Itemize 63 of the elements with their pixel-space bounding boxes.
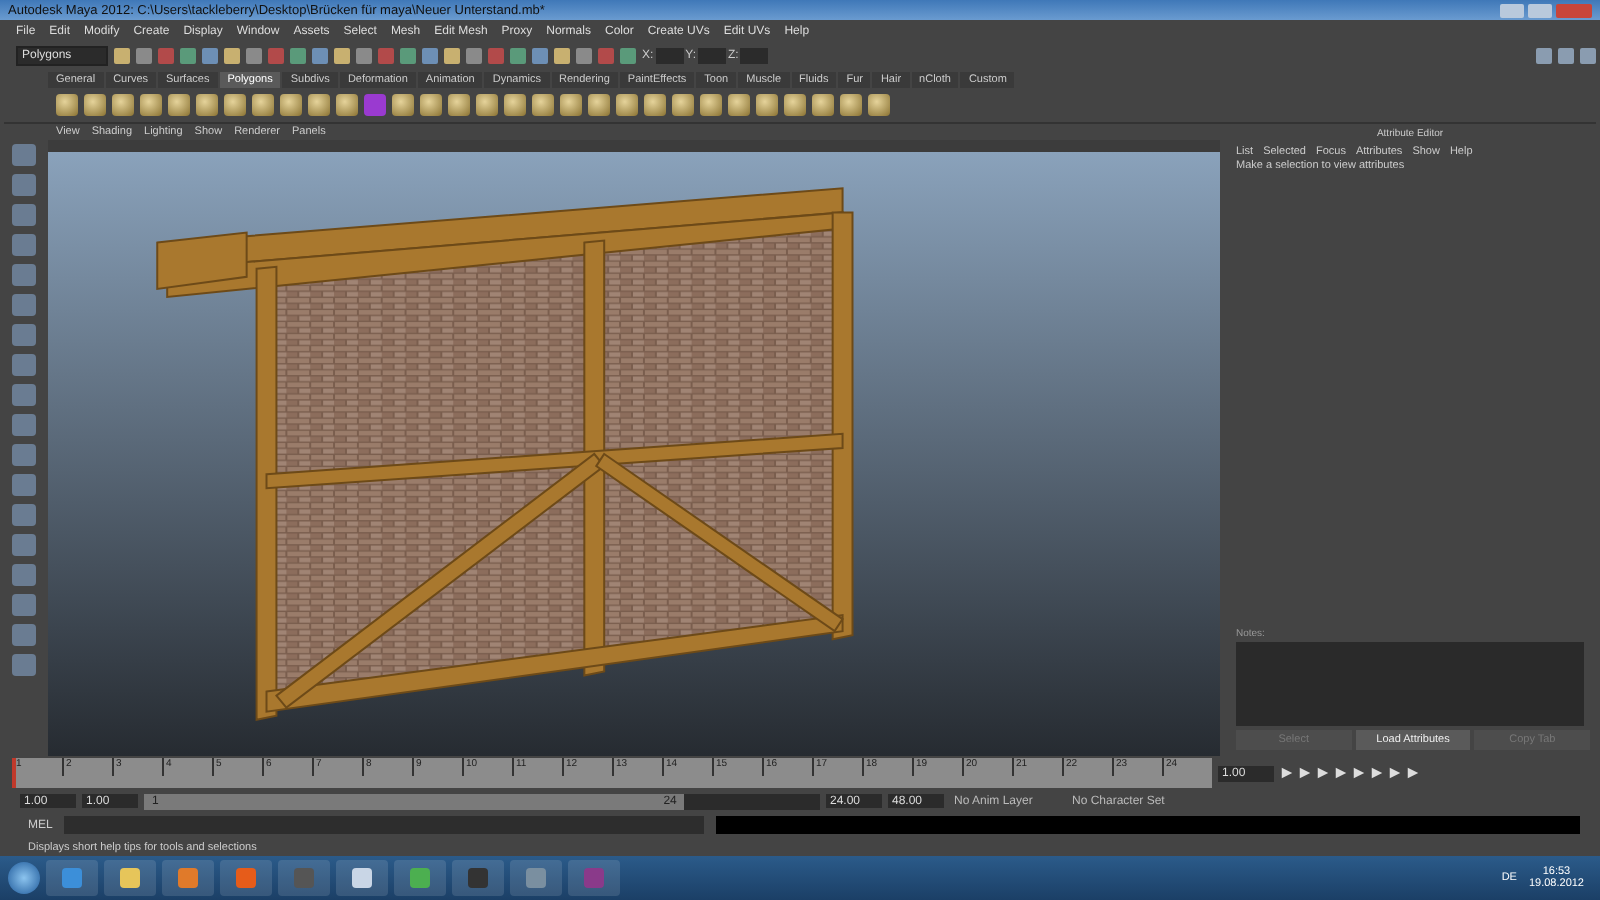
tool-icon[interactable] xyxy=(12,654,36,676)
shelf-icon[interactable] xyxy=(504,94,526,116)
shelf-icon[interactable] xyxy=(84,94,106,116)
shelf-icon[interactable] xyxy=(532,94,554,116)
tool-icon[interactable] xyxy=(12,504,36,526)
shelf-icon[interactable] xyxy=(812,94,834,116)
tool-icon[interactable] xyxy=(12,144,36,166)
shelf-icon[interactable] xyxy=(616,94,638,116)
shelf-icon[interactable] xyxy=(476,94,498,116)
tool-icon[interactable] xyxy=(12,354,36,376)
y-field[interactable] xyxy=(698,47,727,63)
shelf-icon[interactable] xyxy=(700,94,722,116)
shelf-icon[interactable] xyxy=(560,94,582,116)
start-button[interactable] xyxy=(8,862,40,894)
shelf-icon[interactable] xyxy=(168,94,190,116)
tool-icon[interactable] xyxy=(12,594,36,616)
time-marker[interactable] xyxy=(12,758,16,788)
shelf-icon[interactable] xyxy=(336,94,358,116)
tool-icon[interactable] xyxy=(12,174,36,196)
taskbar-app[interactable] xyxy=(336,860,388,896)
x-field[interactable] xyxy=(655,47,684,63)
z-field[interactable] xyxy=(740,47,769,63)
tool-icon[interactable] xyxy=(12,624,36,646)
tool-icon[interactable] xyxy=(12,414,36,436)
shelf-icon[interactable] xyxy=(756,94,778,116)
tool-icon[interactable] xyxy=(12,324,36,346)
taskbar-app[interactable] xyxy=(104,860,156,896)
taskbar-app[interactable] xyxy=(452,860,504,896)
tool-icon[interactable] xyxy=(12,234,36,256)
tool-icon[interactable] xyxy=(12,444,36,466)
shelf-icon[interactable] xyxy=(644,94,666,116)
shelf-icon[interactable] xyxy=(308,94,330,116)
shelf-icon[interactable] xyxy=(868,94,890,116)
taskbar-app[interactable] xyxy=(220,860,272,896)
taskbar-app[interactable] xyxy=(46,860,98,896)
shelf-icon[interactable] xyxy=(196,94,218,116)
minimize-button[interactable] xyxy=(1500,3,1524,17)
notes-field[interactable] xyxy=(1236,642,1584,726)
shelf-icon[interactable] xyxy=(784,94,806,116)
shelf-icon[interactable] xyxy=(672,94,694,116)
taskbar-app[interactable] xyxy=(162,860,214,896)
shelf-icon[interactable] xyxy=(280,94,302,116)
tool-icon[interactable] xyxy=(12,384,36,406)
maximize-button[interactable] xyxy=(1528,3,1552,17)
shelf-icon[interactable] xyxy=(56,94,78,116)
tool-icon[interactable] xyxy=(12,474,36,496)
tool-icon[interactable] xyxy=(12,264,36,286)
shelf-icon[interactable] xyxy=(840,94,862,116)
tool-icon[interactable] xyxy=(12,564,36,586)
tool-icon[interactable] xyxy=(12,534,36,556)
shelf-icon[interactable] xyxy=(588,94,610,116)
taskbar-app[interactable] xyxy=(510,860,562,896)
shelf-icon[interactable] xyxy=(392,94,414,116)
shelf-icon[interactable] xyxy=(252,94,274,116)
tool-icon[interactable] xyxy=(12,204,36,226)
shelf-icon[interactable] xyxy=(420,94,442,116)
shelf-icon[interactable] xyxy=(448,94,470,116)
shelf-icon[interactable] xyxy=(728,94,750,116)
shelf-icon[interactable] xyxy=(112,94,134,116)
shelf-icon[interactable] xyxy=(224,94,246,116)
shelf-icon[interactable] xyxy=(140,94,162,116)
tool-icon[interactable] xyxy=(12,294,36,316)
taskbar-app[interactable] xyxy=(394,860,446,896)
